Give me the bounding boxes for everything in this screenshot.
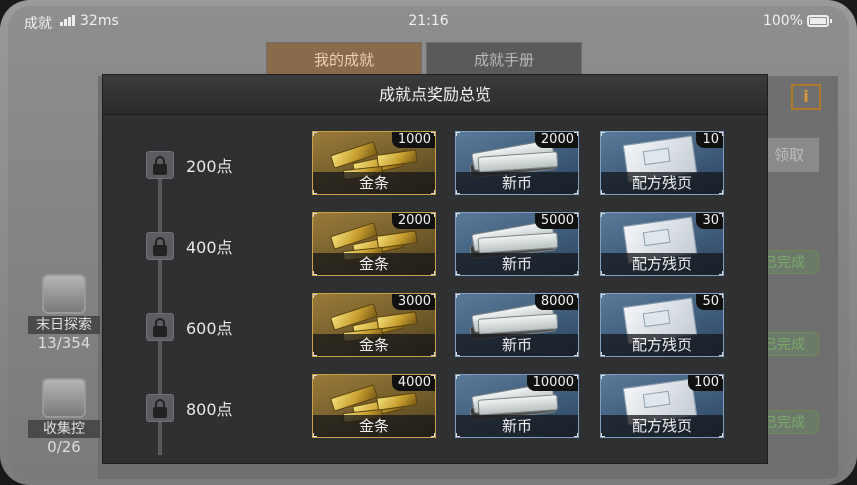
tier-points: 800点 xyxy=(186,400,233,419)
tier-points: 400点 xyxy=(186,238,233,257)
reward-card-gold[interactable]: 1000 金条 xyxy=(312,131,436,195)
tab-achievement-handbook[interactable]: 成就手册 xyxy=(426,42,582,76)
lock-icon xyxy=(146,232,174,260)
status-time: 21:16 xyxy=(408,13,449,29)
reward-tier: 200点 1000 金条 2000 新币 10 配方残页 xyxy=(103,131,767,201)
reward-card-recipe[interactable]: 50 配方残页 xyxy=(600,293,724,357)
category-doomsday-explore[interactable]: 末日探索 13/354 xyxy=(24,274,104,352)
tier-points: 600点 xyxy=(186,319,233,338)
reward-card-gold[interactable]: 3000 金条 xyxy=(312,293,436,357)
reward-name: 新币 xyxy=(456,334,578,356)
reward-name: 配方残页 xyxy=(601,334,723,356)
battery-icon xyxy=(807,15,832,27)
category-count: 13/354 xyxy=(37,334,91,352)
reward-name: 配方残页 xyxy=(601,415,723,437)
category-label: 末日探索 xyxy=(28,316,100,334)
lock-icon xyxy=(146,394,174,422)
reward-quantity: 3000 xyxy=(391,294,435,310)
device-frame: 成就 32ms 21:16 100% 我的成就 成就手册 i 领取 已完成 已完… xyxy=(0,0,857,485)
status-battery-text: 100% xyxy=(762,13,803,29)
lock-icon xyxy=(146,313,174,341)
reward-card-gold[interactable]: 2000 金条 xyxy=(312,212,436,276)
category-count: 0/26 xyxy=(47,438,81,456)
reward-quantity: 4000 xyxy=(391,375,435,391)
reward-name: 配方残页 xyxy=(601,253,723,275)
game-screen: 成就 32ms 21:16 100% 我的成就 成就手册 i 领取 已完成 已完… xyxy=(8,6,849,479)
reward-name: 金条 xyxy=(313,253,435,275)
reward-quantity: 1000 xyxy=(391,132,435,148)
reward-quantity: 5000 xyxy=(534,213,578,229)
reward-card-recipe[interactable]: 30 配方残页 xyxy=(600,212,724,276)
reward-card-cash[interactable]: 8000 新币 xyxy=(455,293,579,357)
lock-icon xyxy=(146,151,174,179)
binoculars-icon xyxy=(42,274,86,314)
reward-quantity: 100 xyxy=(688,375,723,391)
tier-points: 200点 xyxy=(186,157,233,176)
reward-tier: 800点 4000 金条 10000 新币 100 配方残页 xyxy=(103,374,767,444)
status-bar: 成就 32ms 21:16 100% xyxy=(8,6,849,34)
reward-name: 金条 xyxy=(313,172,435,194)
reward-quantity: 10000 xyxy=(526,375,578,391)
modal-title: 成就点奖励总览 xyxy=(103,75,767,115)
reward-name: 金条 xyxy=(313,334,435,356)
tab-my-achievements[interactable]: 我的成就 xyxy=(266,42,422,76)
reward-card-cash[interactable]: 5000 新币 xyxy=(455,212,579,276)
info-button[interactable]: i xyxy=(791,84,821,110)
reward-quantity: 2000 xyxy=(391,213,435,229)
chest-icon xyxy=(42,378,86,418)
claim-button[interactable]: 领取 xyxy=(759,138,819,172)
reward-name: 新币 xyxy=(456,415,578,437)
reward-card-cash[interactable]: 2000 新币 xyxy=(455,131,579,195)
reward-card-recipe[interactable]: 10 配方残页 xyxy=(600,131,724,195)
reward-tier: 600点 3000 金条 8000 新币 50 配方残页 xyxy=(103,293,767,363)
reward-name: 金条 xyxy=(313,415,435,437)
category-collector[interactable]: 收集控 0/26 xyxy=(24,378,104,456)
reward-card-cash[interactable]: 10000 新币 xyxy=(455,374,579,438)
reward-card-gold[interactable]: 4000 金条 xyxy=(312,374,436,438)
reward-tier: 400点 2000 金条 5000 新币 30 配方残页 xyxy=(103,212,767,282)
category-label: 收集控 xyxy=(28,420,100,438)
reward-quantity: 2000 xyxy=(534,132,578,148)
achievement-tabs: 我的成就 成就手册 xyxy=(266,42,582,76)
reward-name: 新币 xyxy=(456,172,578,194)
reward-name: 新币 xyxy=(456,253,578,275)
reward-quantity: 8000 xyxy=(534,294,578,310)
reward-overview-modal: 成就点奖励总览 200点 1000 金条 2000 新币 10 配方残页 400点 2000 金条… xyxy=(102,74,768,464)
reward-name: 配方残页 xyxy=(601,172,723,194)
reward-card-recipe[interactable]: 100 配方残页 xyxy=(600,374,724,438)
